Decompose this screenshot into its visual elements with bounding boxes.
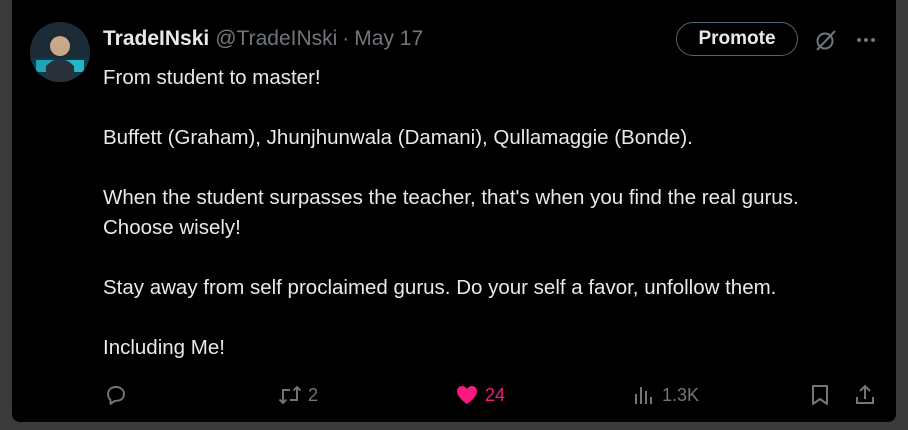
tweet-line: Stay away from self proclaimed gurus. Do…	[103, 276, 777, 299]
more-options-icon[interactable]	[854, 28, 878, 52]
like-count: 24	[485, 384, 506, 405]
tweet-date[interactable]: May 17	[354, 27, 423, 51]
tweet-line: From student to master!	[103, 66, 321, 89]
bookmark-icon	[812, 385, 828, 405]
separator-dot: ·	[342, 27, 350, 50]
like-button[interactable]: 24	[455, 380, 505, 410]
tweet-text: From student to master! Buffett (Graham)…	[103, 63, 873, 363]
share-icon	[856, 384, 874, 404]
bookmark-button[interactable]	[808, 380, 832, 410]
reply-icon	[107, 386, 125, 405]
avatar[interactable]	[30, 22, 90, 82]
action-bar: 2 24 1.3K	[12, 380, 896, 410]
promote-button[interactable]: Promote	[676, 22, 798, 56]
tweet-header: TradeINski @TradeINski · May 17	[103, 25, 423, 53]
display-name[interactable]: TradeINski	[103, 27, 209, 51]
reply-button[interactable]	[104, 380, 128, 410]
views-button[interactable]: 1.3K	[632, 380, 699, 410]
tweet-line: Buffett (Graham), Jhunjhunwala (Damani),…	[103, 126, 693, 149]
heart-filled-icon	[457, 386, 477, 404]
retweet-button[interactable]: 2	[278, 380, 318, 410]
tweet-line: Including Me!	[103, 336, 225, 359]
tweet-card[interactable]: TradeINski @TradeINski · May 17 Promote …	[12, 0, 896, 422]
retweet-count: 2	[308, 384, 319, 405]
user-handle[interactable]: @TradeINski	[215, 27, 337, 51]
avatar-image	[30, 22, 90, 82]
views-count: 1.3K	[662, 384, 700, 405]
analytics-icon	[635, 387, 652, 404]
share-button[interactable]	[853, 380, 877, 410]
retweet-icon	[278, 385, 302, 405]
grok-icon[interactable]	[814, 28, 838, 52]
tweet-line: When the student surpasses the teacher, …	[103, 186, 799, 239]
